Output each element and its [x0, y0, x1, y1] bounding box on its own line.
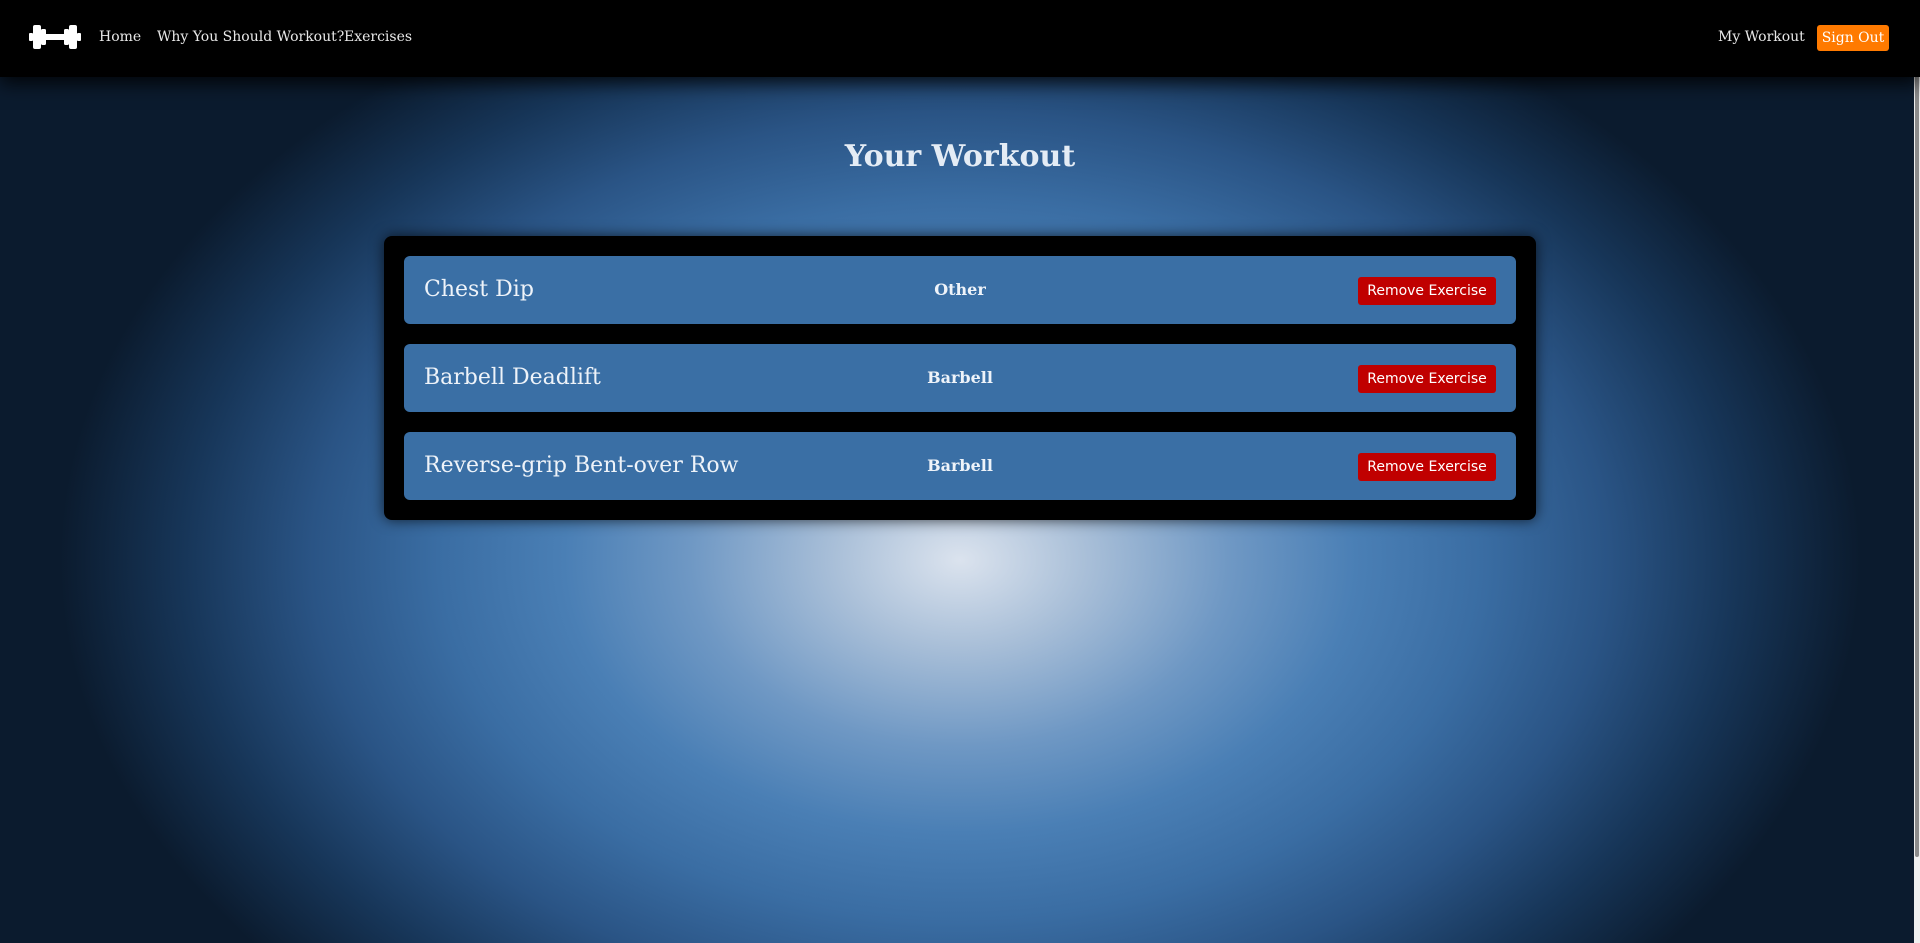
remove-exercise-button[interactable]: Remove Exercise: [1358, 365, 1496, 393]
exercise-name: Chest Dip: [424, 277, 534, 302]
page-scrollbar[interactable]: [1914, 0, 1920, 943]
scrollbar-thumb[interactable]: [1915, 0, 1919, 857]
nav-my-workout-link[interactable]: My Workout: [1718, 29, 1805, 45]
nav-why-workout-link[interactable]: Why You Should Workout?: [157, 29, 344, 45]
exercise-name: Reverse-grip Bent-over Row: [424, 453, 739, 478]
exercise-row: Barbell Deadlift Barbell Remove Exercise: [404, 344, 1516, 412]
exercise-name: Barbell Deadlift: [424, 365, 601, 390]
remove-exercise-button[interactable]: Remove Exercise: [1358, 277, 1496, 305]
nav-exercises-link[interactable]: Exercises: [344, 29, 412, 45]
page-title: Your Workout: [844, 139, 1076, 174]
exercise-equipment: Other: [934, 280, 986, 299]
nav-home-link[interactable]: Home: [99, 29, 141, 45]
exercise-row: Reverse-grip Bent-over Row Barbell Remov…: [404, 432, 1516, 500]
sign-out-button[interactable]: Sign Out: [1817, 25, 1889, 51]
remove-exercise-button[interactable]: Remove Exercise: [1358, 453, 1496, 481]
top-navbar: Home Why You Should Workout? Exercises M…: [0, 0, 1920, 77]
workout-list: Chest Dip Other Remove Exercise Barbell …: [384, 236, 1536, 520]
exercise-row: Chest Dip Other Remove Exercise: [404, 256, 1516, 324]
dumbbell-icon[interactable]: [29, 20, 81, 54]
